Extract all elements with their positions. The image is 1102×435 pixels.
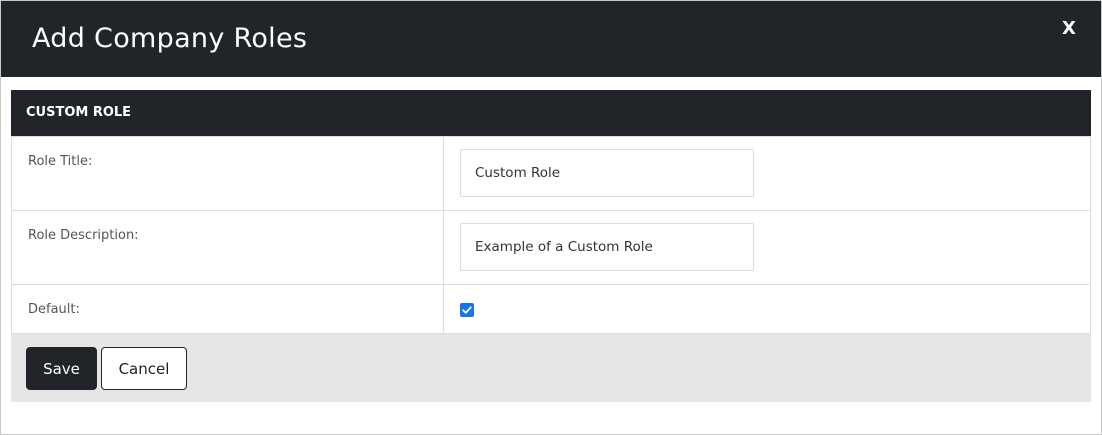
close-icon[interactable]: X bbox=[1059, 17, 1079, 41]
checkmark-icon bbox=[462, 306, 472, 314]
add-company-roles-dialog: Add Company Roles X CUSTOM ROLE Role Tit… bbox=[0, 0, 1102, 435]
role-description-label: Role Description: bbox=[11, 210, 444, 285]
role-title-row: Role Title: bbox=[11, 136, 1091, 211]
role-description-cell bbox=[443, 210, 1091, 285]
custom-role-section: CUSTOM ROLE Role Title: Role Description… bbox=[11, 90, 1091, 402]
save-button[interactable]: Save bbox=[26, 347, 97, 390]
role-description-row: Role Description: bbox=[11, 210, 1091, 285]
role-form-table: Role Title: Role Description: Default: bbox=[11, 136, 1091, 334]
role-title-input[interactable] bbox=[460, 149, 754, 197]
role-title-cell bbox=[443, 136, 1091, 211]
role-description-input[interactable] bbox=[460, 223, 754, 271]
default-label: Default: bbox=[11, 284, 444, 334]
section-header: CUSTOM ROLE bbox=[11, 90, 1091, 136]
cancel-button[interactable]: Cancel bbox=[101, 347, 187, 390]
default-cell bbox=[443, 284, 1091, 334]
role-title-label: Role Title: bbox=[11, 136, 444, 211]
dialog-header: Add Company Roles X bbox=[1, 1, 1101, 77]
dialog-title: Add Company Roles bbox=[32, 23, 308, 54]
default-checkbox[interactable] bbox=[460, 303, 474, 317]
default-row: Default: bbox=[11, 284, 1091, 334]
dialog-footer: Save Cancel bbox=[11, 334, 1091, 402]
